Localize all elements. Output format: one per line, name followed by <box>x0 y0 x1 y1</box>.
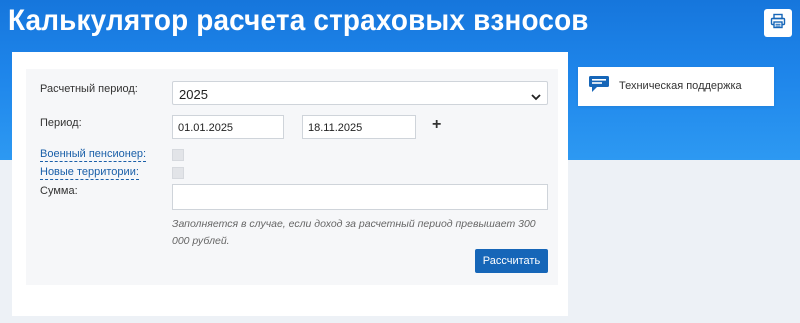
military-pensioner-checkbox[interactable] <box>172 149 184 161</box>
page-title: Калькулятор расчета страховых взносов <box>8 4 589 37</box>
support-card[interactable]: Техническая поддержка <box>578 67 774 106</box>
date-to-input[interactable]: 18.11.2025 <box>302 115 416 139</box>
sum-input[interactable] <box>172 184 548 210</box>
printer-icon <box>770 13 786 34</box>
print-button[interactable] <box>764 9 792 37</box>
sum-label: Сумма: <box>40 185 78 197</box>
range-label: Период: <box>40 117 82 129</box>
period-label: Расчетный период: <box>40 83 138 95</box>
chevron-down-icon <box>531 89 541 104</box>
add-period-button[interactable]: + <box>432 116 441 134</box>
military-pensioner-label[interactable]: Военный пенсионер: <box>40 148 147 162</box>
chat-bubble-icon <box>588 75 610 98</box>
new-territories-label[interactable]: Новые территории: <box>40 166 139 180</box>
date-from-input[interactable]: 01.01.2025 <box>172 115 284 139</box>
period-select-value: 2025 <box>179 87 208 102</box>
sum-hint: Заполняется в случае, если доход за расч… <box>172 218 536 247</box>
calculate-button[interactable]: Рассчитать <box>475 249 548 273</box>
new-territories-checkbox[interactable] <box>172 167 184 179</box>
period-select[interactable]: 2025 <box>172 81 548 105</box>
support-label: Техническая поддержка <box>619 80 742 92</box>
